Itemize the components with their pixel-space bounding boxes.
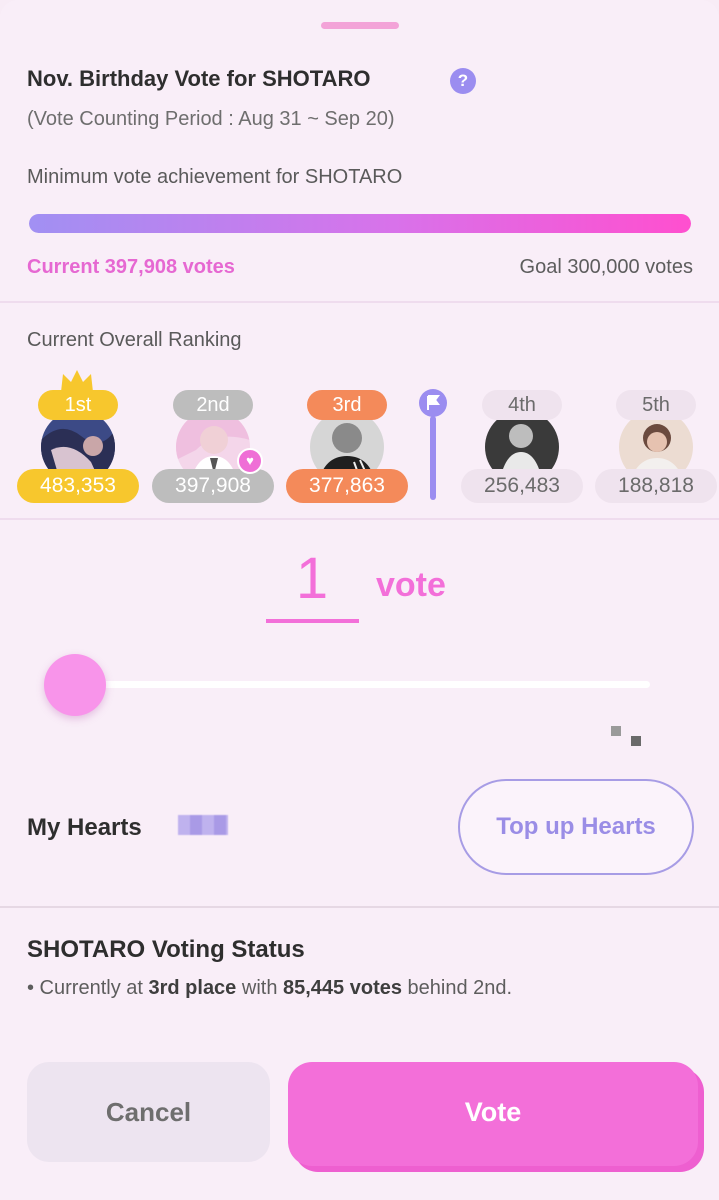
rank-label: 5th [616,390,696,420]
divider [0,906,719,908]
flag-icon [419,389,447,500]
vote-count-underline [266,619,359,623]
rank-item-2[interactable]: 2nd ♥ 397,908 [151,368,275,506]
rank-votes: 256,483 [461,469,583,503]
rank-votes: 397,908 [152,469,274,503]
heart-icon: ♥ [237,448,263,474]
my-hearts-value-redacted [178,815,228,835]
page-title: Nov. Birthday Vote for SHOTARO [27,66,371,91]
status-gap: 85,445 votes [283,977,402,999]
my-hearts-label: My Hearts [27,814,142,841]
help-icon[interactable]: ? [450,68,476,94]
divider [0,518,719,520]
rank-label: 4th [482,390,562,420]
rank-votes: 483,353 [17,469,139,503]
rank-item-1[interactable]: 1st 483,353 [16,368,140,506]
rank-label: 1st [38,390,118,420]
voting-status-text: • Currently at 3rd place with 85,445 vot… [27,977,512,1000]
vote-unit: vote [376,566,446,604]
voting-status-title: SHOTARO Voting Status [27,936,305,963]
status-suffix: behind 2nd. [401,977,513,999]
rank-label: 2nd [173,390,253,420]
rank-votes: 377,863 [286,469,408,503]
vote-button[interactable]: Vote [288,1062,698,1166]
rank-item-4[interactable]: 4th 256,483 [460,368,584,506]
vote-slider-thumb[interactable] [44,654,106,716]
rank-votes: 188,818 [595,469,717,503]
status-place: 3rd place [148,977,237,999]
rank-item-5[interactable]: 5th 188,818 [594,368,718,506]
ranking-label: Current Overall Ranking [27,329,242,351]
pixel-artifact [631,736,641,746]
grab-handle[interactable] [321,22,399,29]
cancel-button[interactable]: Cancel [27,1062,270,1162]
pixel-artifact [611,726,621,736]
vote-count[interactable]: 1 [266,545,358,612]
rank-item-3[interactable]: 3rd 377,863 [285,368,409,506]
achievement-progress-bar [29,214,691,233]
goal-votes: Goal 300,000 votes [519,256,693,278]
divider [0,301,719,303]
current-votes: Current 397,908 votes [27,256,235,278]
status-prefix: • Currently at [27,977,149,999]
achievement-label: Minimum vote achievement for SHOTARO [27,166,403,188]
achievement-progress-fill [29,214,691,233]
rank-label: 3rd [307,390,387,420]
top-up-hearts-button[interactable]: Top up Hearts [458,779,694,875]
vote-period: (Vote Counting Period : Aug 31 ~ Sep 20) [27,108,395,130]
status-middle: with [236,977,283,999]
vote-bottom-sheet: Nov. Birthday Vote for SHOTARO ? (Vote C… [0,0,719,1200]
vote-slider-track[interactable] [74,681,650,688]
